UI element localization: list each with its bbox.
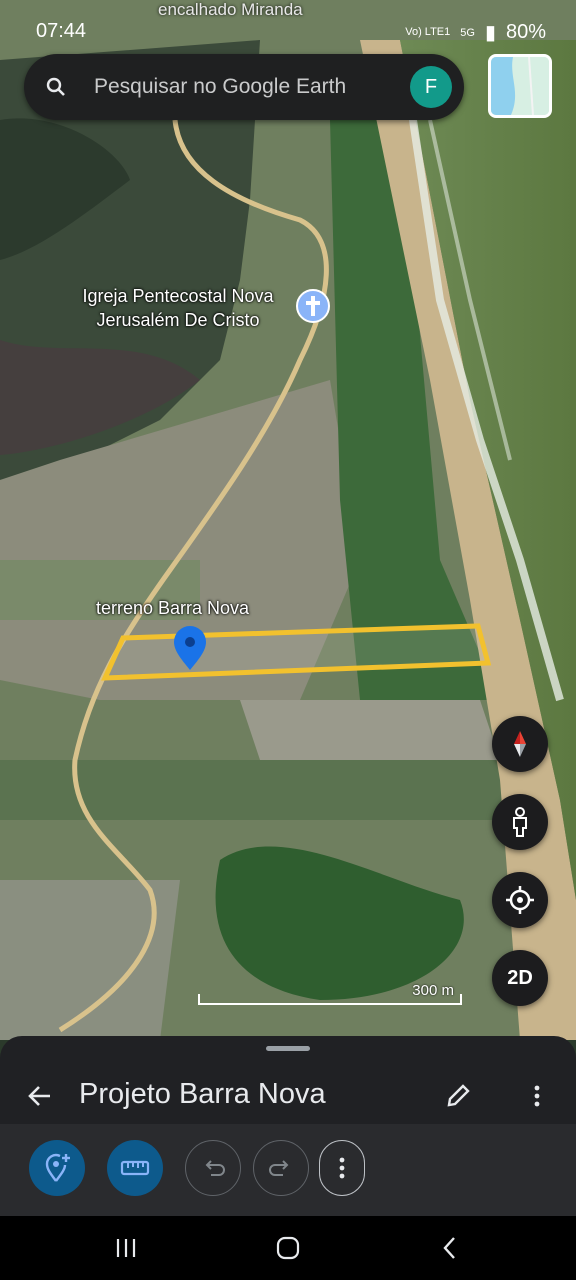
more-vert-icon[interactable] — [526, 1082, 548, 1110]
view-mode-label: 2D — [507, 966, 533, 989]
compass-icon — [514, 731, 526, 757]
project-title: Projeto Barra Nova — [79, 1078, 326, 1110]
undo-icon — [205, 1160, 225, 1176]
nav-back-button[interactable] — [434, 1232, 466, 1264]
more-icon — [339, 1157, 345, 1179]
church-label-line1: Igreja Pentecostal Nova — [82, 286, 274, 306]
satellite-map[interactable] — [0, 0, 576, 1040]
toolbar-more-button[interactable] — [319, 1140, 365, 1196]
network-label: Vo) LTE1 — [405, 26, 451, 38]
battery-level: 80% — [505, 21, 546, 43]
recents-icon — [116, 1239, 136, 1257]
pegman-icon — [513, 807, 527, 837]
pegman-button[interactable] — [492, 794, 548, 850]
status-bar: 07:44 encalhado Miranda Vo) LTE1 5G ▮ 80… — [0, 0, 576, 62]
church-label: Igreja Pentecostal Nova Jerusalém De Cri… — [58, 284, 298, 332]
measure-icon — [120, 1160, 150, 1176]
edit-pencil-icon[interactable] — [444, 1082, 472, 1110]
church-marker[interactable] — [296, 289, 330, 323]
status-icons: Vo) LTE1 5G ▮ 80% — [405, 20, 546, 45]
plot-label[interactable]: terreno Barra Nova — [96, 596, 249, 620]
add-placemark-icon — [45, 1153, 70, 1182]
my-location-icon — [506, 886, 534, 914]
compass-button[interactable] — [492, 716, 548, 772]
system-nav-bar — [0, 1216, 576, 1280]
my-location-button[interactable] — [492, 872, 548, 928]
search-bar[interactable]: Pesquisar no Google Earth F — [24, 54, 464, 120]
edit-toolbar — [0, 1124, 576, 1216]
status-time: 07:44 — [36, 20, 87, 42]
redo-button[interactable] — [253, 1140, 309, 1196]
home-icon — [276, 1236, 300, 1260]
back-arrow-icon[interactable] — [26, 1082, 54, 1110]
network-gen-label: 5G — [460, 26, 475, 39]
sheet-drag-handle[interactable] — [266, 1046, 310, 1051]
avatar[interactable]: F — [410, 66, 452, 108]
view-mode-button[interactable]: 2D — [492, 950, 548, 1006]
church-label-line2: Jerusalém De Cristo — [96, 310, 260, 330]
add-placemark-button[interactable] — [29, 1140, 85, 1196]
minimap-thumbnail[interactable] — [488, 54, 552, 118]
search-icon — [46, 77, 65, 96]
undo-button[interactable] — [185, 1140, 241, 1196]
measure-button[interactable] — [107, 1140, 163, 1196]
map-place-label-top: encalhado Miranda — [158, 0, 303, 19]
redo-icon — [269, 1160, 289, 1176]
minimap-icon — [491, 57, 549, 115]
back-icon — [443, 1237, 455, 1259]
search-input[interactable]: Pesquisar no Google Earth — [94, 75, 410, 99]
scale-bar: 300 m — [198, 982, 462, 1006]
scale-label: 300 m — [412, 982, 454, 999]
signal-icon: ▮ — [484, 22, 496, 44]
home-button[interactable] — [272, 1232, 304, 1264]
recents-button[interactable] — [110, 1232, 142, 1264]
